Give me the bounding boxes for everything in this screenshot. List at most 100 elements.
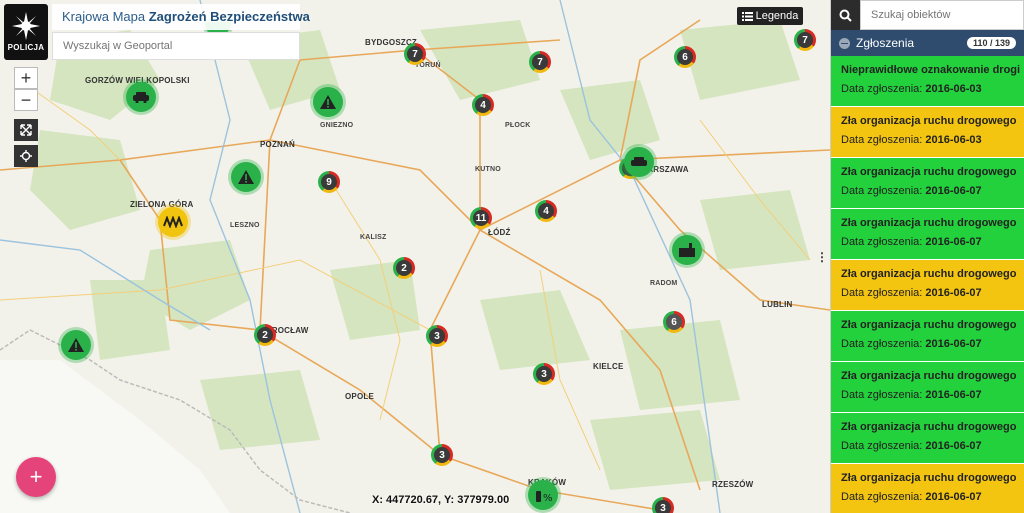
cluster-marker[interactable]: 7 [794,29,816,51]
cluster-marker[interactable]: 11 [470,207,492,229]
report-date-label: Data zgłoszenia: [841,440,923,452]
cluster-marker[interactable]: 3 [431,444,453,466]
title-bold: Zagrożeń Bezpieczeństwa [148,9,310,24]
report-item[interactable]: Zła organizacja ruchu drogowego Data zgło… [831,413,1024,464]
report-date: 2016-06-07 [925,338,982,350]
report-date-label: Data zgłoszenia: [841,134,923,146]
cluster-marker[interactable]: 2 [393,257,415,279]
collapse-icon[interactable] [839,37,850,49]
city-label-rzeszow: RZESZÓW [712,480,754,489]
city-label-radom: RADOM [650,280,678,287]
city-label-gniezno: GNIEZNO [320,122,354,129]
reports-count-badge: 110 / 139 [966,37,1016,49]
report-item[interactable]: Zła organizacja ruchu drogowego Data zgło… [831,107,1024,158]
search-icon [839,9,852,22]
hazard-marker[interactable] [231,162,261,192]
report-title: Zła organizacja ruchu drogowego [841,217,1017,229]
report-item[interactable]: Zła organizacja ruchu drogowego Data zgło… [831,362,1024,413]
object-search-input[interactable] [860,0,1024,30]
report-title: Zła organizacja ruchu drogowego [841,166,1017,178]
cluster-marker[interactable]: 6 [674,46,696,68]
report-date: 2016-06-03 [925,134,982,146]
add-report-button[interactable]: + [16,457,56,497]
report-date-row: Data zgłoszenia: 2016-06-07 [841,389,1014,401]
cluster-marker[interactable]: 7 [404,43,426,65]
expand-icon [20,124,32,136]
reports-header[interactable]: Zgłoszenia 110 / 139 [831,30,1024,56]
report-date-row: Data zgłoszenia: 2016-06-07 [841,491,1014,503]
panel-resize-handle[interactable]: ⋮ [816,250,828,264]
cluster-marker[interactable]: 9 [318,171,340,193]
city-label-lodz: ŁÓDŹ [488,228,511,237]
report-date-row: Data zgłoszenia: 2016-06-07 [841,236,1014,248]
report-date: 2016-06-03 [925,83,982,95]
city-label-kutno: KUTNO [475,166,501,173]
city-label-poznan: POZNAŃ [260,140,295,149]
factory-icon [679,243,695,257]
report-date-row: Data zgłoszenia: 2016-06-07 [841,287,1014,299]
svg-text:%: % [543,493,552,503]
cluster-marker[interactable]: 4 [535,200,557,222]
police-star-icon [12,12,40,40]
map-canvas[interactable]: BYDGOSZCZ GORZÓW WIELKOPOLSKI POZNAŃ ZIE… [0,0,830,513]
report-date-label: Data zgłoszenia: [841,338,923,350]
report-date-label: Data zgłoszenia: [841,83,923,95]
search-button[interactable] [831,0,860,30]
report-date-row: Data zgłoszenia: 2016-06-03 [841,134,1014,146]
car-accident-marker[interactable] [126,82,156,112]
report-item[interactable]: Zła organizacja ruchu drogowego Data zgło… [831,464,1024,513]
page-title: Krajowa Mapa Zagrożeń Bezpieczeństwa [52,4,310,30]
report-date-row: Data zgłoszenia: 2016-06-07 [841,185,1014,197]
cluster-marker[interactable]: 7 [529,51,551,73]
report-date: 2016-06-07 [925,287,982,299]
cluster-marker[interactable]: 3 [652,497,674,513]
cluster-marker[interactable]: 6 [663,311,685,333]
city-label-plock: PŁOCK [505,122,531,129]
report-list: Nieprawidłowe oznakowanie drogi Data zgło… [831,56,1024,513]
zoom-in-button[interactable]: + [14,67,38,89]
report-date-row: Data zgłoszenia: 2016-06-03 [841,83,1014,95]
pollution-marker[interactable] [672,235,702,265]
report-title: Zła organizacja ruchu drogowego [841,319,1017,331]
report-title: Zła organizacja ruchu drogowego [841,370,1017,382]
cluster-marker[interactable]: 3 [533,363,555,385]
report-item[interactable]: Zła organizacja ruchu drogowego Data zgło… [831,209,1024,260]
report-item[interactable]: Zła organizacja ruchu drogowego Data zgło… [831,260,1024,311]
police-logo: POLICJA [4,4,48,60]
locate-button[interactable] [14,145,38,167]
fullscreen-button[interactable] [14,119,38,141]
city-label-opole: OPOLE [345,392,375,401]
city-label-kalisz: KALISZ [360,234,387,241]
report-date: 2016-06-07 [925,185,982,197]
bottle-percent-icon: % [536,491,552,503]
cluster-marker[interactable]: 3 [426,325,448,347]
coordinates-readout: X: 447720.67, Y: 377979.00 [372,494,510,506]
report-date-row: Data zgłoszenia: 2016-06-07 [841,440,1014,452]
zoom-out-button[interactable]: − [14,89,38,111]
logo-text: POLICJA [7,43,45,52]
road-damage-marker[interactable] [158,207,188,237]
poaching-marker[interactable]: % [528,480,558,510]
legend-button[interactable]: Legenda [737,7,803,25]
car-icon [631,157,647,166]
legend-label: Legenda [755,10,799,22]
hazard-marker[interactable] [313,87,343,117]
report-date-label: Data zgłoszenia: [841,236,923,248]
car-accident-marker[interactable] [624,147,654,177]
city-label-leszno: LESZNO [230,222,260,229]
report-item[interactable]: Nieprawidłowe oznakowanie drogi Data zgło… [831,56,1024,107]
report-item[interactable]: Zła organizacja ruchu drogowego Data zgło… [831,158,1024,209]
car-icon [133,92,149,103]
geoportal-search-input[interactable] [52,32,300,60]
cluster-marker[interactable]: 2 [254,324,276,346]
report-date-label: Data zgłoszenia: [841,491,923,503]
report-date-label: Data zgłoszenia: [841,389,923,401]
report-item[interactable]: Zła organizacja ruchu drogowego Data zgło… [831,311,1024,362]
reports-sidebar: Zgłoszenia 110 / 139 Nieprawidłowe oznak… [830,0,1024,513]
city-label-lublin: LUBLIN [762,300,793,309]
city-label-kielce: KIELCE [593,362,624,371]
road-damage-icon [163,216,183,228]
report-date-label: Data zgłoszenia: [841,287,923,299]
cluster-marker[interactable]: 4 [472,94,494,116]
hazard-marker[interactable] [61,330,91,360]
